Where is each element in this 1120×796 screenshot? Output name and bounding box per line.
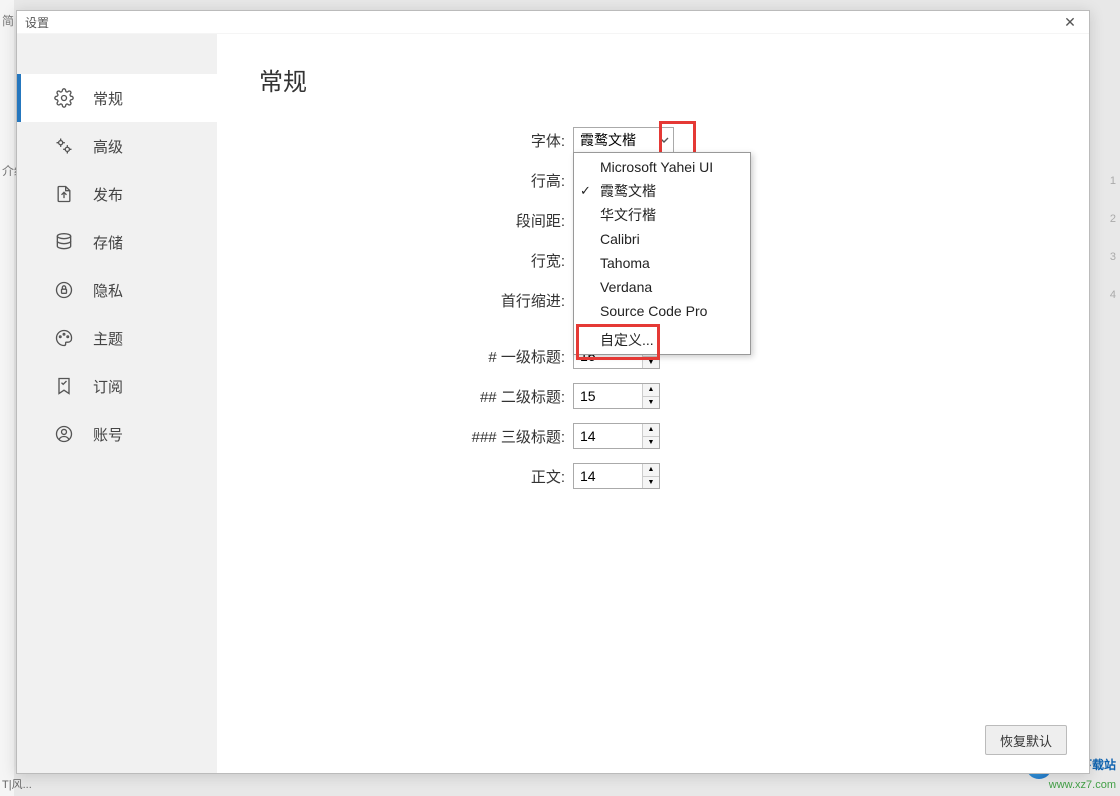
- font-option-verdana[interactable]: Verdana: [574, 275, 750, 299]
- sidebar-item-subscribe[interactable]: 订阅: [17, 362, 217, 410]
- bookmark-icon: [53, 375, 75, 397]
- font-option-lxgw[interactable]: ✓ 霞鹜文楷: [574, 179, 750, 203]
- dialog-title: 设置: [25, 14, 49, 31]
- chevron-down-icon[interactable]: [654, 128, 673, 152]
- dropdown-item-label: 霞鹜文楷: [600, 181, 656, 201]
- spin-down[interactable]: ▼: [643, 477, 659, 489]
- label-h1: # 一级标题:: [217, 346, 573, 367]
- h2-size-input[interactable]: [574, 384, 642, 408]
- sidebar-item-label: 发布: [93, 184, 123, 205]
- h3-size-spinner[interactable]: ▲▼: [573, 423, 660, 449]
- dropdown-item-label: Source Code Pro: [600, 303, 707, 319]
- lock-icon: [53, 279, 75, 301]
- dropdown-item-label: 自定义...: [600, 330, 654, 350]
- body-size-spinner[interactable]: ▲▼: [573, 463, 660, 489]
- sidebar-item-label: 常规: [93, 88, 123, 109]
- sidebar-item-label: 订阅: [93, 376, 123, 397]
- spin-down[interactable]: ▼: [643, 397, 659, 409]
- label-line-height: 行高:: [217, 170, 573, 191]
- sidebar-item-storage[interactable]: 存储: [17, 218, 217, 266]
- gears-icon: [53, 135, 75, 157]
- settings-content: 常规 字体: 霞鹜文楷 行高:: [217, 34, 1089, 773]
- dropdown-item-label: 华文行楷: [600, 205, 656, 225]
- dialog-titlebar: 设置 ✕: [17, 11, 1089, 34]
- sidebar-item-label: 主题: [93, 328, 123, 349]
- row-h3: ### 三级标题: ▲▼: [217, 416, 1089, 456]
- gear-icon: [53, 87, 75, 109]
- sidebar-item-general[interactable]: 常规: [17, 74, 217, 122]
- dropdown-item-label: Calibri: [600, 231, 640, 247]
- database-icon: [53, 231, 75, 253]
- button-label: 恢复默认: [1000, 731, 1052, 750]
- check-icon: ✓: [580, 183, 591, 199]
- font-combobox-value: 霞鹜文楷: [574, 129, 654, 151]
- spin-up[interactable]: ▲: [643, 384, 659, 397]
- label-para-space: 段间距:: [217, 210, 573, 231]
- font-option-sourcecodepro[interactable]: Source Code Pro: [574, 299, 750, 323]
- row-body: 正文: ▲▼: [217, 456, 1089, 496]
- palette-icon: [53, 327, 75, 349]
- spin-up[interactable]: ▲: [643, 464, 659, 477]
- row-h2: ## 二级标题: ▲▼: [217, 376, 1089, 416]
- dropdown-item-label: Verdana: [600, 279, 652, 295]
- sidebar-item-label: 高级: [93, 136, 123, 157]
- label-body: 正文:: [217, 466, 573, 487]
- h2-size-spinner[interactable]: ▲▼: [573, 383, 660, 409]
- settings-sidebar: 常规 高级 发布 存储: [17, 34, 217, 773]
- font-option-custom[interactable]: 自定义...: [574, 328, 750, 352]
- sidebar-item-account[interactable]: 账号: [17, 410, 217, 458]
- dialog-footer: 恢复默认: [985, 725, 1067, 755]
- sidebar-item-label: 隐私: [93, 280, 123, 301]
- underlying-line-numbers: 1 2 3 4: [1110, 175, 1116, 327]
- label-h2: ## 二级标题:: [217, 386, 573, 407]
- restore-defaults-button[interactable]: 恢复默认: [985, 725, 1067, 755]
- settings-dialog: 设置 ✕ 常规 高级 发布: [16, 10, 1090, 774]
- spin-down[interactable]: ▼: [643, 437, 659, 449]
- h3-size-input[interactable]: [574, 424, 642, 448]
- user-icon: [53, 423, 75, 445]
- sidebar-item-theme[interactable]: 主题: [17, 314, 217, 362]
- spin-down[interactable]: ▼: [643, 357, 659, 369]
- dropdown-item-label: Microsoft Yahei UI: [600, 159, 713, 175]
- font-option-tahoma[interactable]: Tahoma: [574, 251, 750, 275]
- label-font: 字体:: [217, 130, 573, 151]
- upload-file-icon: [53, 183, 75, 205]
- font-dropdown-panel: Microsoft Yahei UI ✓ 霞鹜文楷 华文行楷 Calibri T…: [573, 152, 751, 355]
- close-button[interactable]: ✕: [1059, 14, 1081, 31]
- dropdown-separator: [574, 325, 750, 326]
- font-option-msyahei[interactable]: Microsoft Yahei UI: [574, 155, 750, 179]
- sidebar-item-advanced[interactable]: 高级: [17, 122, 217, 170]
- label-line-width: 行宽:: [217, 250, 573, 271]
- spin-up[interactable]: ▲: [643, 424, 659, 437]
- sidebar-item-label: 账号: [93, 424, 123, 445]
- body-size-input[interactable]: [574, 464, 642, 488]
- underlying-status-text: T|风...: [2, 776, 32, 792]
- page-title: 常规: [259, 62, 307, 97]
- label-indent: 首行缩进:: [217, 290, 573, 311]
- sidebar-item-label: 存储: [93, 232, 123, 253]
- font-combobox[interactable]: 霞鹜文楷: [573, 127, 674, 153]
- font-option-calibri[interactable]: Calibri: [574, 227, 750, 251]
- font-option-stxingkai[interactable]: 华文行楷: [574, 203, 750, 227]
- sidebar-item-publish[interactable]: 发布: [17, 170, 217, 218]
- label-h3: ### 三级标题:: [217, 426, 573, 447]
- sidebar-item-privacy[interactable]: 隐私: [17, 266, 217, 314]
- dropdown-item-label: Tahoma: [600, 255, 650, 271]
